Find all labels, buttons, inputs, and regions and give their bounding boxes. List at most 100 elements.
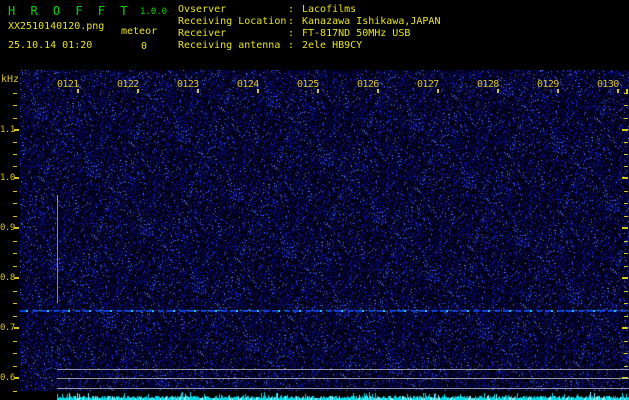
freq-tick-label: 0.8	[0, 273, 15, 283]
info-label: Receiver	[178, 28, 227, 40]
freq-minor-tick	[13, 266, 17, 267]
freq-minor-tick	[13, 203, 17, 204]
time-tick-label: 0124	[237, 79, 259, 90]
mode-label: meteor	[121, 26, 158, 37]
station-info-row: Receiving Location: Kanazawa Ishikawa,JAP…	[178, 16, 618, 28]
info-value: Kanazawa Ishikawa,JAPAN	[302, 16, 441, 28]
left-edge-marker-line	[57, 195, 58, 303]
station-info-row: Receiving antenna:2ele HB9CY	[178, 40, 618, 52]
freq-tick-label: 1.0	[0, 173, 15, 183]
info-value: FT-817ND 50MHz USB	[302, 28, 411, 40]
freq-minor-tick	[624, 105, 628, 106]
info-label: Receiving Location	[178, 16, 287, 28]
freq-minor-tick	[13, 241, 17, 242]
meteor-count: 0	[141, 41, 148, 52]
freq-minor-tick	[13, 253, 17, 254]
carrier-signal-line	[20, 310, 629, 312]
freq-minor-tick	[624, 118, 628, 119]
freq-minor-tick	[13, 216, 17, 217]
time-tick-label: 0129	[537, 79, 559, 90]
time-tick-label: 0126	[357, 79, 379, 90]
freq-minor-tick	[624, 93, 628, 94]
freq-major-tick	[622, 327, 628, 329]
time-tick	[77, 89, 79, 93]
time-tick-label: 0125	[297, 79, 319, 90]
freq-major-tick	[622, 177, 628, 179]
freq-minor-tick	[624, 266, 628, 267]
time-tick	[197, 89, 199, 93]
info-label: Receiving antenna	[178, 40, 281, 52]
freq-minor-tick	[624, 142, 628, 143]
freq-minor-tick	[624, 303, 628, 304]
reference-line	[57, 369, 629, 370]
info-separator: :	[288, 16, 295, 28]
freq-minor-tick	[624, 316, 628, 317]
freq-minor-tick	[13, 154, 17, 155]
freq-major-tick	[14, 227, 19, 229]
freq-minor-tick	[624, 166, 628, 167]
noise-level-trace	[57, 391, 629, 400]
freq-tick-label: 0.7	[0, 323, 15, 333]
station-info-row: Receiver: FT-817ND 50MHz USB	[178, 28, 618, 40]
freq-tick-label: 0.9	[0, 223, 15, 233]
freq-minor-tick	[13, 366, 17, 367]
freq-minor-tick	[13, 118, 17, 119]
freq-minor-tick	[13, 93, 17, 94]
time-tick-label: 0123	[177, 79, 199, 90]
time-tick-label: 0121	[57, 79, 79, 90]
spectrogram-canvas	[20, 70, 629, 391]
freq-minor-tick	[624, 366, 628, 367]
station-info-block: Ovserver: Lacofilms Receiving Location: Kan…	[178, 4, 618, 52]
info-value: Lacofilms	[302, 4, 357, 15]
info-separator: :	[288, 40, 295, 52]
reference-line	[57, 378, 629, 379]
freq-minor-tick	[13, 291, 17, 292]
datetime-label: 25.10.14 01:20	[8, 40, 93, 51]
app-version: 1.0.0	[140, 7, 168, 17]
time-tick	[497, 89, 499, 93]
time-tick	[377, 89, 379, 93]
app-title: H R O F F T	[8, 4, 132, 18]
time-tick	[557, 89, 559, 93]
freq-minor-tick	[13, 316, 17, 317]
freq-minor-tick	[624, 253, 628, 254]
freq-major-tick	[14, 327, 19, 329]
freq-tick-label: 0.6	[0, 373, 15, 383]
time-tick	[437, 89, 439, 93]
reference-line	[57, 388, 629, 389]
info-separator: :	[288, 4, 295, 15]
freq-minor-tick	[13, 105, 17, 106]
time-tick-label: 0130	[597, 79, 619, 90]
freq-minor-tick	[624, 291, 628, 292]
freq-major-tick	[622, 227, 628, 229]
freq-minor-tick	[624, 353, 628, 354]
freq-minor-tick	[13, 303, 17, 304]
freq-minor-tick	[13, 191, 17, 192]
output-filename: XX2510140120.png	[8, 21, 105, 32]
freq-major-tick	[14, 129, 19, 131]
freq-major-tick	[14, 177, 19, 179]
time-tick-label: 0122	[117, 79, 139, 90]
freq-major-tick	[14, 277, 19, 279]
station-info-row: Ovserver: Lacofilms	[178, 4, 618, 16]
freq-major-tick	[622, 129, 628, 131]
time-tick	[617, 89, 619, 93]
time-tick-label: 0127	[417, 79, 439, 90]
freq-minor-tick	[13, 166, 17, 167]
info-value: 2ele HB9CY	[302, 40, 363, 52]
time-tick	[317, 89, 319, 93]
time-tick-label: 0128	[477, 79, 499, 90]
freq-minor-tick	[624, 341, 628, 342]
hrofft-window: H R O F F T 1.0.0 XX2510140120.png meteo…	[0, 0, 629, 400]
freq-minor-tick	[13, 353, 17, 354]
freq-minor-tick	[624, 216, 628, 217]
freq-minor-tick	[13, 341, 17, 342]
info-separator: :	[288, 28, 295, 40]
freq-minor-tick	[13, 391, 17, 392]
freq-major-tick	[622, 277, 628, 279]
freq-minor-tick	[624, 191, 628, 192]
freq-minor-tick	[624, 154, 628, 155]
time-tick	[137, 89, 139, 93]
time-tick	[257, 89, 259, 93]
freq-minor-tick	[13, 142, 17, 143]
